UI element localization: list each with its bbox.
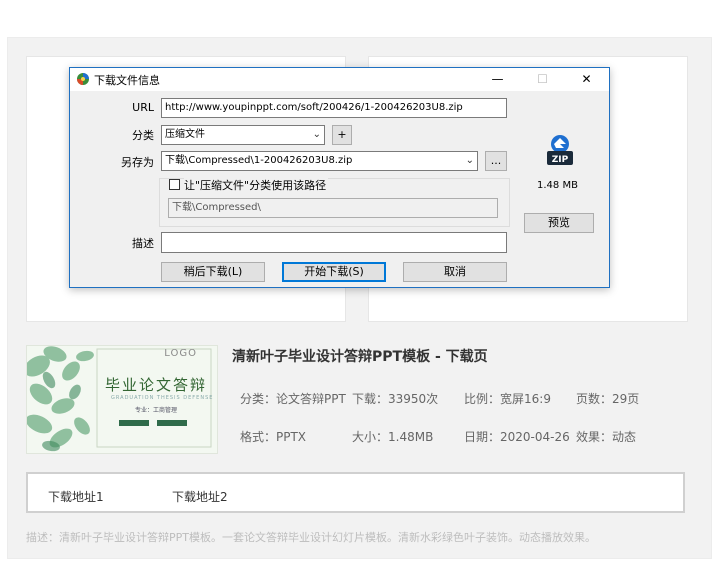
meta-downloads: 下载：33950次 [352,392,439,406]
zip-file-icon: ZIP [547,135,573,165]
remember-path-label[interactable]: 让"压缩文件"分类使用该路径 [184,177,329,193]
thumbnail-major: 专业：工商管理 [135,407,178,414]
page-title: 清新叶子毕业设计答辩PPT模板 - 下载页 [232,349,488,365]
add-category-button[interactable]: + [332,125,352,145]
cancel-button[interactable]: 取消 [403,262,507,282]
thumbnail-bar [119,420,149,426]
template-thumbnail[interactable]: LOGO 毕业论文答辩 GRADUATION THESIS DEFENSE 专业… [26,345,218,454]
close-icon[interactable]: ✕ [564,68,609,90]
meta-category: 分类：论文答辩PPT [240,392,346,406]
meta-pages: 页数：29页 [576,392,640,406]
download-manager-icon [77,73,89,85]
description-label: 描述 [132,237,154,250]
download-dialog: 下载文件信息 — ☐ ✕ URL http://www.youpinppt.co… [69,67,610,288]
file-size: 1.48 MB [537,180,578,191]
chevron-down-icon: ⌄ [312,129,321,140]
download-later-button[interactable]: 稍后下载(L) [161,262,265,282]
meta-effect: 效果：动态 [576,430,637,444]
download-link-1[interactable]: 下载地址1 [48,488,104,505]
saveas-select[interactable]: 下载\Compressed\1-200426203U8.zip ⌄ [161,151,478,171]
meta-ratio: 比例：宽屏16:9 [464,392,551,406]
url-label: URL [132,101,154,114]
category-select[interactable]: 压缩文件 ⌄ [161,125,325,145]
page-description: 描述：清新叶子毕业设计答辩PPT模板。一套论文答辩毕业设计幻灯片模板。清新水彩绿… [26,531,596,544]
category-select-value: 压缩文件 [165,129,205,140]
saveas-label: 另存为 [121,156,154,169]
download-link-2[interactable]: 下载地址2 [172,488,228,505]
meta-date: 日期：2020-04-26 [464,430,570,444]
preview-button[interactable]: 预览 [524,213,594,233]
meta-size: 大小：1.48MB [352,430,434,444]
dialog-titlebar[interactable]: 下载文件信息 — ☐ ✕ [70,68,609,91]
start-download-button[interactable]: 开始下载(S) [282,262,386,282]
download-links-box: 下载地址1 下载地址2 [26,472,685,513]
chevron-down-icon: ⌄ [465,155,474,166]
dialog-title: 下载文件信息 [94,74,160,87]
thumbnail-logo: LOGO [164,348,197,359]
browse-button[interactable]: ... [485,151,507,171]
minimize-icon[interactable]: — [475,68,520,90]
maximize-icon[interactable]: ☐ [520,68,565,90]
description-field[interactable] [161,232,507,253]
thumbnail-subtitle: GRADUATION THESIS DEFENSE [111,395,214,401]
saveas-select-value: 下载\Compressed\1-200426203U8.zip [165,155,353,166]
remember-path-checkbox[interactable] [169,179,180,190]
meta-format: 格式：PPTX [240,430,307,444]
thumbnail-bar [157,420,187,426]
zip-icon-label: ZIP [552,155,569,165]
category-path-field: 下载\Compressed\ [168,198,498,218]
url-field[interactable]: http://www.youpinppt.com/soft/200426/1-2… [161,98,507,118]
thumbnail-title: 毕业论文答辩 [105,376,208,394]
category-label: 分类 [132,129,154,142]
